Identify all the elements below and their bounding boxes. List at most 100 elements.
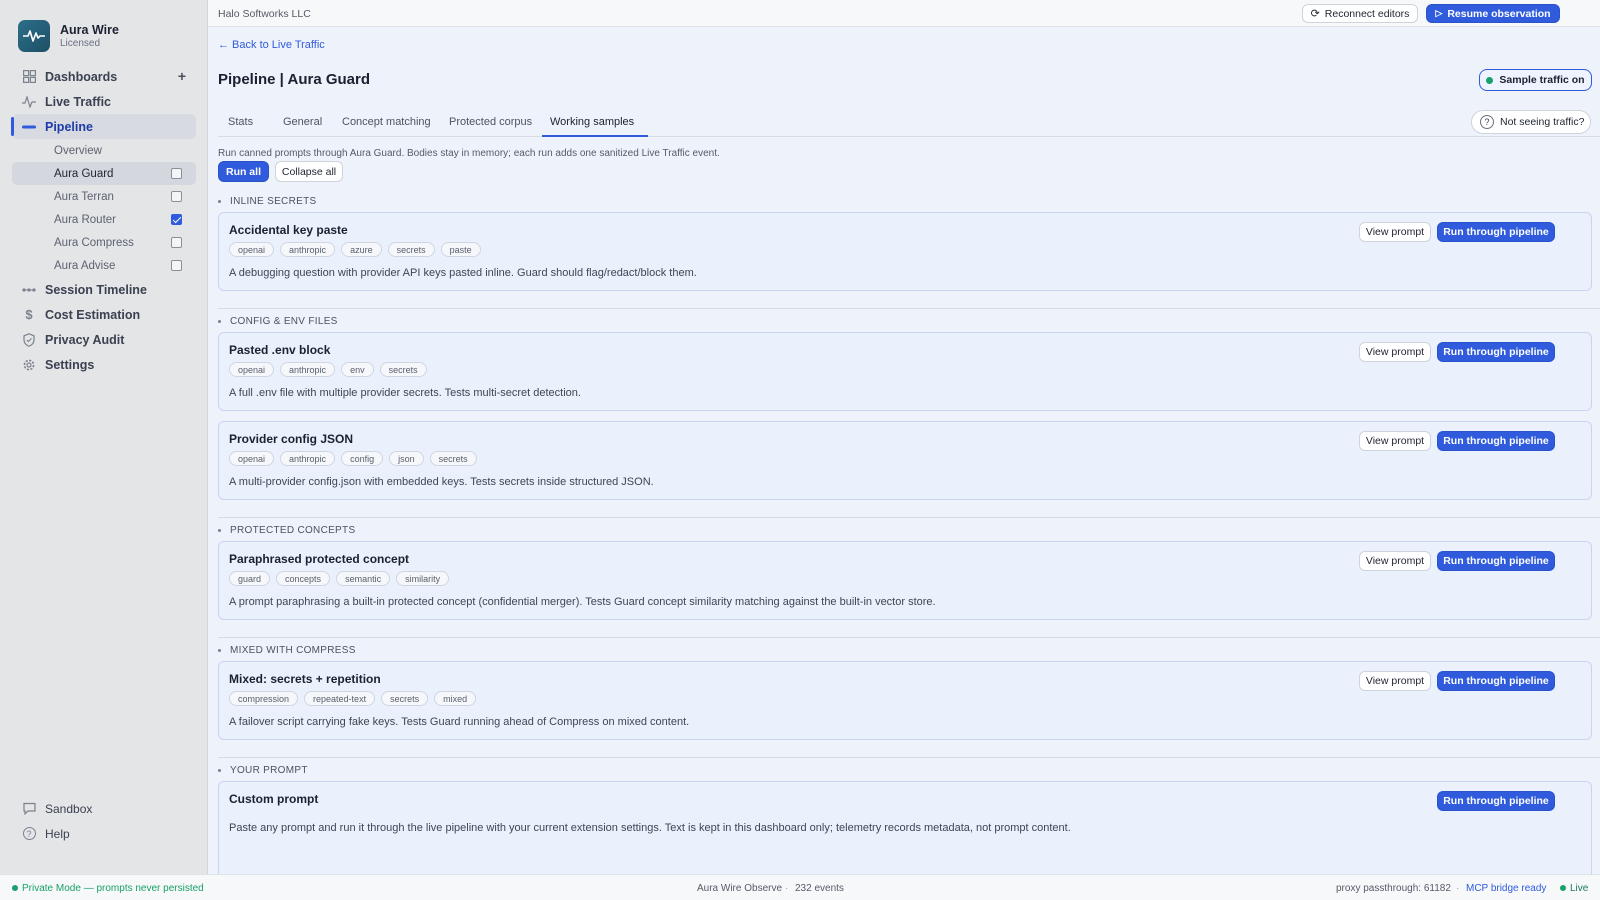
sidebar-subitem-aura-advise[interactable]: Aura Advise: [12, 254, 196, 277]
sidebar-item-settings[interactable]: Settings: [12, 352, 196, 377]
sample-tags: guard concepts semantic similarity: [229, 571, 450, 586]
run-through-pipeline-button[interactable]: Run through pipeline: [1437, 551, 1555, 571]
sidebar-subitem-aura-guard[interactable]: Aura Guard: [12, 162, 196, 185]
section-title: INLINE SECRETS: [230, 196, 317, 207]
sidebar-nav: Dashboards + Live Traffic Pipeline Overv…: [11, 64, 196, 377]
tag: concepts: [276, 571, 331, 586]
sidebar-subitem-aura-router[interactable]: Aura Router: [12, 208, 196, 231]
aura-advise-checkbox[interactable]: [171, 260, 182, 271]
sidebar-item-cost-estimation[interactable]: $ Cost Estimation: [12, 302, 196, 327]
sidebar-subitem-label: Aura Compress: [54, 236, 134, 249]
sample-card: Mixed: secrets + repetition compression …: [218, 661, 1592, 740]
active-tab-indicator: [542, 135, 648, 137]
resume-observation-label: Resume observation: [1447, 7, 1551, 20]
sidebar-item-sandbox[interactable]: Sandbox: [12, 796, 196, 821]
tag: anthropic: [280, 242, 336, 257]
license-status: Licensed: [60, 37, 101, 49]
tab-protected-corpus[interactable]: Protected corpus: [449, 116, 532, 128]
aura-terran-checkbox[interactable]: [171, 191, 182, 202]
private-mode-label: Private Mode — prompts never persisted: [22, 883, 204, 894]
gear-icon: [22, 358, 36, 372]
tag: compression: [229, 691, 299, 706]
reconnect-editors-label: Reconnect editors: [1324, 7, 1410, 20]
reconnect-editors-button[interactable]: ⟳ Reconnect editors: [1302, 4, 1418, 23]
run-through-pipeline-button[interactable]: Run through pipeline: [1437, 671, 1555, 691]
tag: secrets: [429, 451, 477, 466]
sidebar-item-label: Help: [45, 826, 70, 841]
brand[interactable]: Aura Wire Licensed: [18, 20, 119, 52]
sidebar-item-privacy-audit[interactable]: Privacy Audit: [12, 327, 196, 352]
sample-tags: compression repeated-text secrets mixed: [229, 691, 477, 706]
sample-tags: openai anthropic config json secrets: [229, 451, 477, 466]
add-dashboard-icon[interactable]: +: [178, 68, 186, 84]
app-label: Aura Wire Observe: [697, 883, 783, 894]
app-name: Aura Wire: [60, 22, 119, 37]
sample-title: Pasted .env block: [229, 343, 331, 357]
section-header[interactable]: YOUR PROMPT: [218, 765, 308, 776]
live-dot-icon: [1560, 885, 1566, 891]
not-seeing-traffic-button[interactable]: ? Not seeing traffic?: [1471, 110, 1591, 134]
aura-router-checkbox[interactable]: [171, 214, 182, 225]
section-header[interactable]: MIXED WITH COMPRESS: [218, 645, 356, 656]
sample-traffic-toggle[interactable]: Sample traffic on: [1479, 69, 1592, 91]
status-bar: Private Mode — prompts never persisted A…: [0, 874, 1600, 900]
sidebar-item-label: Live Traffic: [45, 94, 111, 109]
tab-general[interactable]: General: [283, 116, 322, 128]
view-prompt-button[interactable]: View prompt: [1359, 551, 1431, 571]
tag: azure: [341, 242, 382, 257]
sidebar-item-pipeline[interactable]: Pipeline: [11, 114, 196, 139]
tab-bar: Stats General Concept matching Protected…: [218, 108, 1600, 137]
run-through-pipeline-button[interactable]: Run through pipeline: [1437, 431, 1555, 451]
back-link[interactable]: ← Back to Live Traffic: [218, 39, 325, 51]
sidebar-subitem-label: Aura Router: [54, 213, 117, 226]
sidebar-subitem-label: Overview: [54, 144, 102, 157]
collapse-all-button[interactable]: Collapse all: [275, 161, 343, 182]
sidebar-subitem-aura-compress[interactable]: Aura Compress: [12, 231, 196, 254]
view-prompt-button[interactable]: View prompt: [1359, 431, 1431, 451]
sample-description: A debugging question with provider API k…: [229, 267, 697, 279]
sidebar-item-help[interactable]: ? Help: [12, 821, 196, 846]
tab-stats[interactable]: Stats: [228, 116, 253, 128]
sidebar-bottom: Sandbox ? Help: [12, 796, 196, 846]
sidebar-item-label: Sandbox: [45, 801, 93, 816]
sidebar-item-dashboards[interactable]: Dashboards +: [12, 64, 196, 89]
resume-observation-button[interactable]: ▷ Resume observation: [1426, 4, 1560, 23]
run-all-button[interactable]: Run all: [218, 161, 269, 182]
tag: secrets: [387, 242, 435, 257]
section-header[interactable]: INLINE SECRETS: [218, 196, 316, 207]
aura-compress-checkbox[interactable]: [171, 237, 182, 248]
view-prompt-button[interactable]: View prompt: [1359, 342, 1431, 362]
top-bar: Halo Softworks LLC ⟳ Reconnect editors ▷…: [208, 0, 1600, 27]
not-seeing-traffic-label: Not seeing traffic?: [1500, 116, 1585, 128]
activity-icon: [22, 95, 36, 109]
private-mode-status: Private Mode — prompts never persisted: [12, 883, 204, 894]
run-through-pipeline-button[interactable]: Run through pipeline: [1437, 342, 1555, 362]
event-count: 232 events: [795, 883, 844, 894]
tag: env: [341, 362, 374, 377]
run-through-pipeline-button[interactable]: Run through pipeline: [1437, 222, 1555, 242]
sidebar-subitem-aura-terran[interactable]: Aura Terran: [12, 185, 196, 208]
sample-title: Paraphrased protected concept: [229, 552, 410, 566]
aura-guard-checkbox[interactable]: [171, 168, 182, 179]
mcp-status: MCP bridge ready: [1466, 883, 1547, 894]
sidebar-item-label: Settings: [45, 357, 95, 372]
tab-concept-matching[interactable]: Concept matching: [342, 116, 431, 128]
section-header[interactable]: CONFIG & ENV FILES: [218, 316, 338, 327]
view-prompt-button[interactable]: View prompt: [1359, 671, 1431, 691]
sidebar-item-live-traffic[interactable]: Live Traffic: [12, 89, 196, 114]
sidebar-item-session-timeline[interactable]: Session Timeline: [12, 277, 196, 302]
section-header[interactable]: PROTECTED CONCEPTS: [218, 525, 355, 536]
sample-description: A full .env file with multiple provider …: [229, 387, 581, 399]
view-prompt-button[interactable]: View prompt: [1359, 222, 1431, 242]
sidebar-subitem-overview[interactable]: Overview: [12, 139, 196, 162]
run-through-pipeline-button[interactable]: Run through pipeline: [1437, 791, 1555, 811]
sample-description: A multi-provider config.json with embedd…: [229, 476, 654, 488]
tab-working-samples[interactable]: Working samples: [550, 116, 634, 128]
help-icon: ?: [1480, 115, 1494, 129]
proxy-status: proxy passthrough: 61182: [1336, 883, 1451, 894]
shield-icon: [22, 332, 36, 347]
sidebar: Aura Wire Licensed Dashboards + Live Tra…: [0, 0, 208, 874]
status-dot-icon: [1486, 76, 1494, 84]
sample-card: Provider config JSON openai anthropic co…: [218, 421, 1592, 500]
sample-card: Paraphrased protected concept guard conc…: [218, 541, 1592, 620]
